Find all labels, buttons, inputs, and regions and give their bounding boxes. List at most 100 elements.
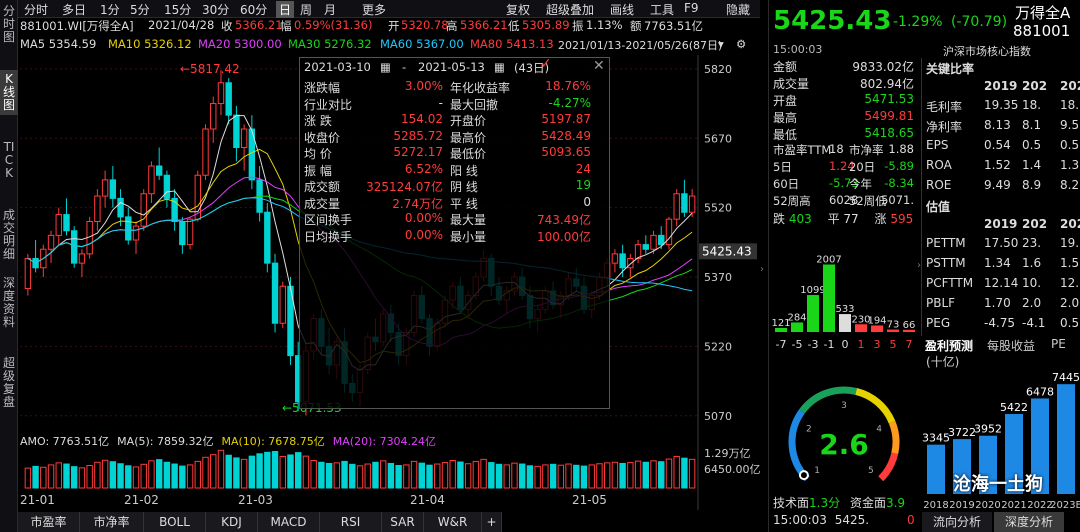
volume-bar bbox=[40, 466, 47, 489]
period-tab-7[interactable]: 日 bbox=[276, 1, 295, 18]
period-tab-0[interactable]: 分时 bbox=[24, 1, 48, 18]
ma-legend: MA5 5354.59 MA10 5326.12 MA20 5300.00 MA… bbox=[18, 37, 760, 53]
period-tab-5[interactable]: 30分 bbox=[202, 1, 229, 18]
toolbar-right-0[interactable]: 复权 bbox=[506, 1, 530, 18]
volume-bar bbox=[163, 461, 171, 489]
volume-bar bbox=[542, 464, 549, 489]
candle-body bbox=[63, 214, 70, 232]
settings-icon[interactable]: ⚙ bbox=[736, 37, 746, 51]
popup-value: 0.00% bbox=[404, 227, 443, 242]
popup-value: 18.76% bbox=[545, 79, 591, 93]
table-cell: -4.1 bbox=[1022, 316, 1046, 330]
candle-body bbox=[155, 165, 163, 176]
indicator-tab-3[interactable]: KDJ bbox=[206, 512, 258, 532]
volume-bar bbox=[47, 464, 55, 489]
table-row-label: 净利率 bbox=[926, 120, 963, 134]
popup-value: 325124.07亿 bbox=[366, 180, 443, 194]
side-tab-5[interactable]: 超级复盘 bbox=[0, 354, 18, 412]
volume-bar bbox=[457, 461, 464, 489]
high-value: 5366.21 bbox=[460, 18, 508, 32]
candle-body bbox=[264, 211, 271, 264]
foot-tab-0[interactable]: 流向分析 bbox=[922, 512, 992, 532]
gauge-arc bbox=[799, 386, 857, 414]
popup-value: 19 bbox=[575, 178, 591, 192]
popup-label: 日均换手 bbox=[304, 229, 353, 244]
extra-label: 20日 bbox=[849, 160, 876, 174]
calendar-icon[interactable]: ▦ bbox=[494, 60, 505, 74]
toolbar-right-5[interactable]: 隐藏 bbox=[726, 1, 750, 18]
popup-value: 5197.87 bbox=[541, 112, 591, 126]
volume-bar bbox=[379, 460, 387, 489]
date-tick: 21-04 bbox=[410, 493, 445, 507]
indicator-tab-8[interactable]: + bbox=[482, 512, 502, 532]
candle-body bbox=[681, 193, 688, 213]
volume-bar bbox=[580, 465, 588, 489]
amplitude-value: 1.13% bbox=[586, 18, 623, 32]
period-tab-1[interactable]: 多日 bbox=[62, 1, 86, 18]
collapse-icon[interactable]: › bbox=[917, 260, 921, 271]
earn-value-label: 3952 bbox=[974, 423, 1002, 436]
indicator-tab-1[interactable]: 市净率 bbox=[80, 512, 144, 532]
forecast-tab-2[interactable]: PE bbox=[1051, 337, 1066, 351]
toolbar-right-3[interactable]: 工具 bbox=[650, 1, 674, 18]
volume-bar bbox=[519, 463, 526, 489]
volume-bar bbox=[410, 460, 418, 489]
chevron-down-icon[interactable]: ▾ bbox=[718, 37, 724, 51]
date-tick: 21-03 bbox=[238, 493, 273, 507]
period-tab-8[interactable]: 周 bbox=[300, 1, 312, 18]
table-cell: 18. bbox=[1060, 98, 1080, 112]
calendar-icon[interactable]: ▦ bbox=[380, 60, 391, 74]
volume-bar bbox=[596, 463, 603, 489]
popup-label: 最大回撤 bbox=[450, 97, 499, 112]
close-icon[interactable]: ✕ bbox=[593, 58, 605, 74]
forecast-tab-0[interactable]: 盈利预测 bbox=[925, 337, 973, 354]
indicator-tab-6[interactable]: SAR bbox=[382, 512, 424, 532]
toolbar-right-1[interactable]: 超级叠加 bbox=[546, 1, 594, 18]
dist-bar bbox=[807, 295, 819, 332]
range-start[interactable]: 2021-03-10 bbox=[304, 60, 371, 74]
toolbar-right-2[interactable]: 画线 bbox=[610, 1, 634, 18]
toolbar-right-4[interactable]: F9 bbox=[684, 1, 699, 15]
period-tab-10[interactable]: 更多 bbox=[362, 1, 386, 18]
quote-date: 2021/04/28 bbox=[148, 18, 215, 32]
dist-category: 1 bbox=[858, 338, 865, 351]
indicator-tab-4[interactable]: MACD bbox=[258, 512, 320, 532]
popup-label: 开盘价 bbox=[450, 114, 487, 128]
popup-value: -4.27% bbox=[548, 95, 591, 110]
indicator-tab-5[interactable]: RSI bbox=[320, 512, 382, 532]
candle-body bbox=[210, 103, 217, 130]
table-year: 202 bbox=[1022, 217, 1048, 231]
indicator-tab-7[interactable]: W&R bbox=[424, 512, 482, 532]
period-tab-2[interactable]: 1分 bbox=[100, 1, 120, 18]
range-end[interactable]: 2021-05-13 bbox=[418, 60, 485, 74]
period-tab-6[interactable]: 60分 bbox=[240, 1, 267, 18]
side-tab-0[interactable]: 分时图 bbox=[0, 2, 18, 47]
stat-value: 802.94亿 bbox=[860, 77, 914, 91]
panel-toggle-icon[interactable]: › bbox=[760, 240, 768, 300]
indicator-tab-2[interactable]: BOLL bbox=[144, 512, 206, 532]
foot-tab-1[interactable]: 深度分析 bbox=[994, 512, 1064, 532]
table-cell: 1.5 bbox=[1060, 256, 1080, 270]
volume-bar bbox=[341, 460, 348, 489]
side-tab-4[interactable]: 深度资料 bbox=[0, 274, 18, 332]
volume-bar bbox=[271, 450, 279, 489]
popup-row: 成交量 2.74万亿平 线 0 bbox=[300, 195, 609, 211]
forecast-tab-1[interactable]: 每股收益 bbox=[987, 337, 1035, 354]
period-tab-9[interactable]: 月 bbox=[324, 1, 336, 18]
table-cell: 0.54 bbox=[984, 138, 1011, 152]
volume-bar bbox=[140, 463, 147, 489]
side-tab-3[interactable]: 成交明细 bbox=[0, 206, 18, 264]
period-tab-4[interactable]: 15分 bbox=[164, 1, 191, 18]
period-tab-3[interactable]: 5分 bbox=[130, 1, 150, 18]
volume-bar bbox=[94, 461, 101, 489]
side-tab-1[interactable]: K线图 bbox=[0, 70, 18, 115]
earn-value-label: 5422 bbox=[1000, 401, 1028, 414]
popup-label: 振 幅 bbox=[304, 163, 332, 178]
watermark: 沧海一土狗 bbox=[953, 474, 1043, 495]
indicator-tab-0[interactable]: 市盈率 bbox=[18, 512, 80, 532]
volume-bar bbox=[642, 461, 649, 489]
index-desc: 沪深市场核心指数 bbox=[943, 45, 1031, 58]
side-tab-2[interactable]: TICK bbox=[0, 138, 18, 196]
candle-body bbox=[233, 114, 240, 148]
candle-body bbox=[94, 195, 101, 222]
